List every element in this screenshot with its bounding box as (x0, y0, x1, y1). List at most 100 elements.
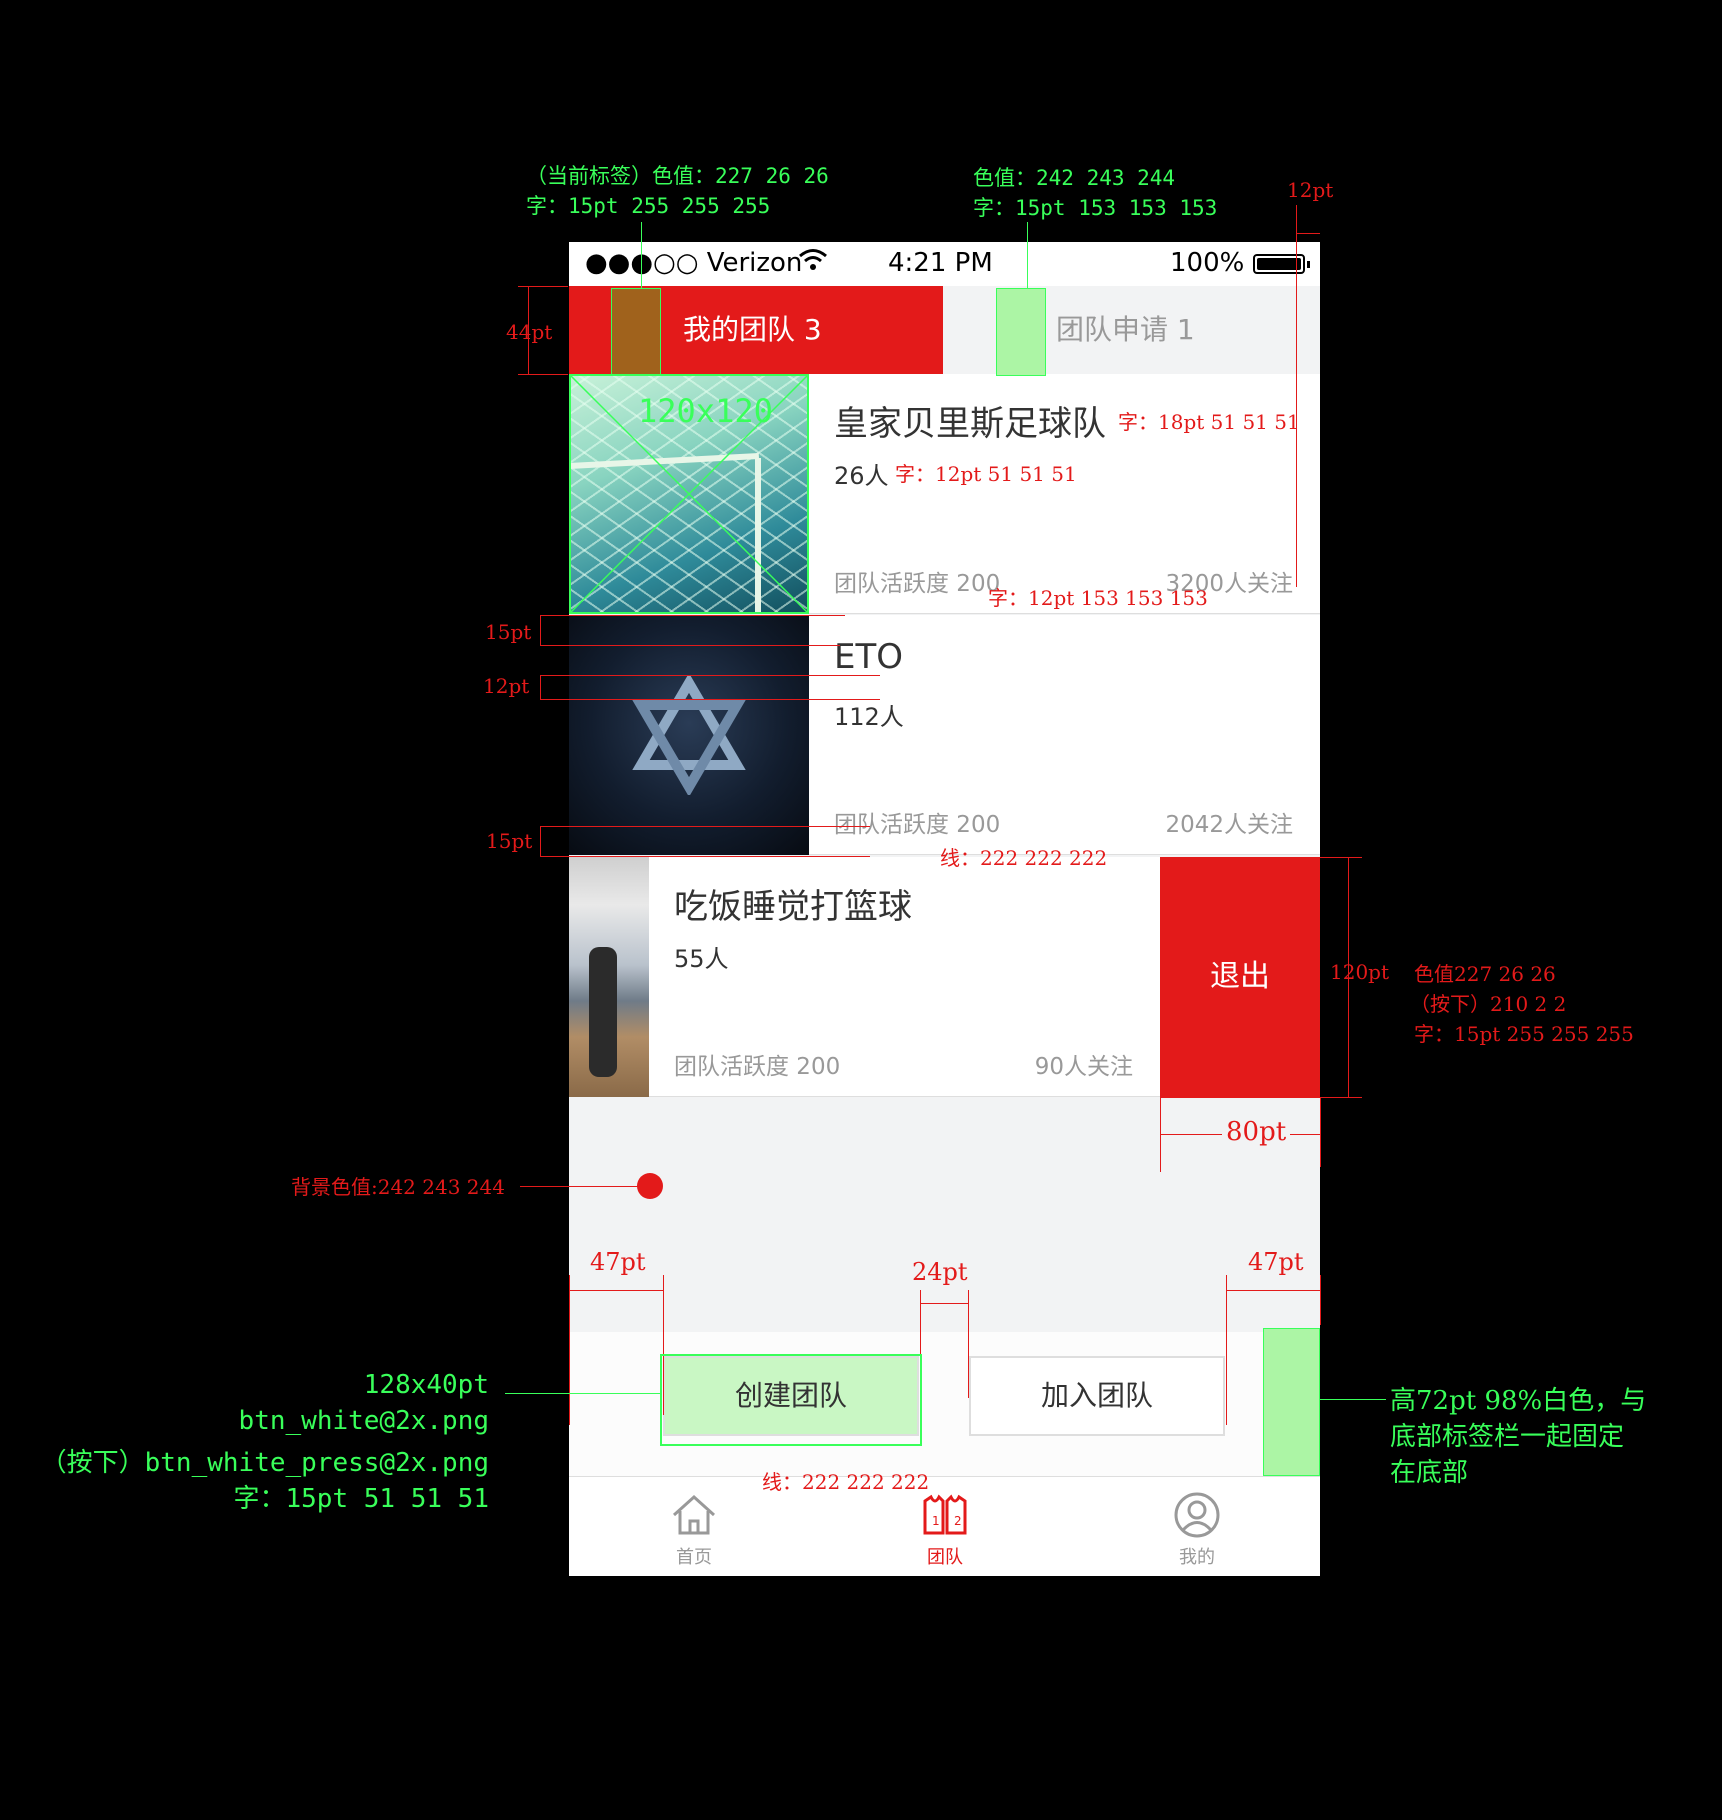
tab-team-requests-label: 团队申请 1 (1056, 313, 1195, 346)
annotation-line (1160, 1097, 1362, 1098)
annotation-line (968, 1290, 969, 1398)
tabbar-home-label: 首页 (676, 1547, 712, 1568)
annotation-line (569, 1290, 663, 1291)
tab-my-teams-label: 我的团队 3 (683, 313, 822, 346)
annotation-line (1320, 1399, 1386, 1400)
tabbar-item-home[interactable]: 首页 (634, 1477, 754, 1576)
annotation-line (540, 645, 840, 646)
annotation-bottom-line: 线：222 222 222 (762, 1470, 930, 1494)
team-thumbnail (569, 857, 649, 1097)
annotation-active-tab-font: 字：15pt 255 255 255 (526, 194, 771, 218)
annotation-line (518, 374, 568, 375)
annotation-line (518, 286, 568, 287)
annotation-quit-font: 字：15pt 255 255 255 (1414, 1022, 1634, 1046)
annotation-line (540, 675, 880, 676)
annotation-line (540, 826, 870, 827)
annotation-line (1296, 233, 1320, 234)
annotation-line (1320, 1097, 1321, 1167)
team-activity: 团队活跃度 200 (674, 1054, 841, 1080)
annotation-line (505, 1393, 660, 1394)
annotation-line (1296, 205, 1297, 587)
team-thumbnail (569, 615, 809, 855)
annotation-quit-width: 80pt (1222, 1117, 1291, 1147)
annotation-meta-font: 字：12pt 153 153 153 (988, 586, 1208, 610)
annotation-line-color: 线：222 222 222 (940, 846, 1108, 870)
team-followers: 90人关注 (1034, 1054, 1133, 1080)
annotation-btn-font: 字：15pt 51 51 51 (233, 1484, 490, 1514)
annotation-line (528, 286, 529, 374)
annotation-gap-top: 15pt (485, 620, 532, 644)
annotation-btn-image-pressed: （按下）btn_white_press@2x.png (40, 1448, 489, 1478)
team-card[interactable]: ETO 112人 团队活跃度 200 2042人关注 (569, 615, 1320, 855)
annotation-line (1160, 857, 1362, 858)
team-name: 皇家贝里斯足球队 (834, 404, 1106, 444)
annotation-btn-gap: 24pt (912, 1258, 968, 1286)
battery-icon (1253, 254, 1310, 274)
team-activity: 团队活跃度 200 (834, 571, 1001, 597)
eto-star-icon (632, 675, 746, 795)
annotation-line (540, 826, 541, 856)
svg-text:1: 1 (932, 1514, 940, 1528)
battery-percent: 100% (1170, 248, 1245, 278)
team-name: 吃饭睡觉打篮球 (674, 887, 912, 927)
team-members: 26人 (834, 462, 889, 490)
annotation-quit-pressed: （按下）210 2 2 (1410, 992, 1567, 1016)
segment-tabs: 我的团队 3 团队申请 1 (569, 286, 1320, 374)
annotation-tab-height: 44pt (506, 320, 553, 344)
annotation-count-font: 字：12pt 51 51 51 (895, 462, 1077, 486)
annotation-btn-image: btn_white@2x.png (238, 1406, 489, 1436)
annotation-inactive-tab-color: 色值：242 243 244 (973, 166, 1176, 190)
user-icon (1174, 1492, 1220, 1538)
annotation-gap-bottom: 15pt (486, 829, 533, 853)
annotation-line (641, 222, 642, 288)
annotation-line (920, 1303, 968, 1304)
annotation-right-margin: 12pt (1287, 178, 1334, 202)
team-card[interactable]: 吃饭睡觉打篮球 55人 团队活跃度 200 90人关注 (569, 857, 1160, 1097)
annotation-active-tab-color: （当前标签）色值：227 26 26 (526, 164, 829, 188)
annotation-name-font: 字：18pt 51 51 51 (1118, 410, 1300, 434)
bottom-bar-marker (1263, 1328, 1320, 1476)
annotation-gap-mid: 12pt (483, 674, 530, 698)
status-bar: ●●●○○ Verizon 4:21 PM 100% (569, 242, 1320, 286)
tabbar-team-label: 团队 (927, 1547, 963, 1568)
annotation-line (540, 856, 870, 857)
annotation-btn-margin-left: 47pt (590, 1248, 646, 1276)
inactive-tab-marker (996, 288, 1046, 376)
team-members: 55人 (674, 945, 729, 973)
active-tab-marker (611, 288, 661, 376)
annotation-row-height: 120pt (1330, 960, 1390, 984)
tabbar-item-mine[interactable]: 我的 (1137, 1477, 1257, 1576)
team-followers: 2042人关注 (1165, 812, 1293, 838)
team-activity: 团队活跃度 200 (834, 812, 1001, 838)
annotation-bottom-note-2: 底部标签栏一起固定 (1390, 1422, 1625, 1452)
tab-bar: 首页 12 团队 我的 (569, 1476, 1320, 1576)
annotation-line (540, 615, 541, 645)
annotation-line (1320, 1275, 1321, 1325)
jersey-icon: 12 (923, 1494, 967, 1535)
annotation-btn-size: 128x40pt (363, 1370, 489, 1400)
create-button-marker (660, 1354, 922, 1446)
annotation-bottom-note-1: 高72pt 98%白色，与 (1390, 1386, 1647, 1416)
svg-text:2: 2 (954, 1514, 962, 1528)
annotation-line (1226, 1290, 1320, 1291)
annotation-line (569, 1275, 570, 1425)
annotation-thumb-size: 120x120 (638, 392, 773, 430)
annotation-quit-color: 色值227 26 26 (1414, 962, 1556, 986)
carrier-label: ●●●○○ Verizon (585, 248, 803, 278)
annotation-line (540, 699, 880, 700)
annotation-line (1027, 222, 1028, 288)
annotation-line (540, 675, 541, 699)
tabbar-mine-label: 我的 (1179, 1547, 1215, 1568)
join-team-button[interactable]: 加入团队 (969, 1356, 1225, 1436)
annotation-line (1226, 1275, 1227, 1425)
annotation-bottom-note-3: 在底部 (1390, 1458, 1469, 1488)
home-icon (672, 1494, 716, 1535)
wifi-icon (798, 247, 828, 280)
bg-color-dot (637, 1173, 663, 1199)
annotation-line (520, 1186, 650, 1187)
team-name: ETO (834, 637, 904, 677)
annotation-inactive-tab-font: 字：15pt 153 153 153 (973, 196, 1218, 220)
status-time: 4:21 PM (888, 248, 993, 278)
annotation-line (540, 615, 845, 616)
quit-button[interactable]: 退出 (1160, 857, 1320, 1097)
